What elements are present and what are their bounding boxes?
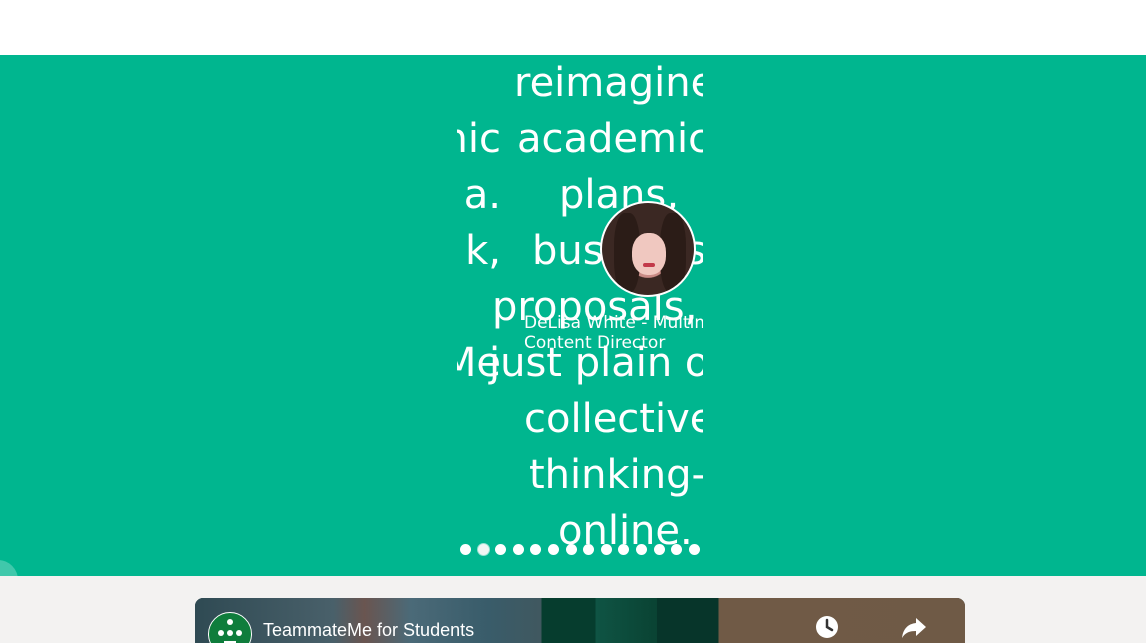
quote-line: reimagined [514,60,703,106]
prev-quote-line: a. [463,172,501,218]
carousel-dot[interactable] [460,544,471,555]
carousel-dot[interactable] [635,544,647,555]
carousel-dot[interactable] [618,544,630,555]
video-title[interactable]: TeammateMe for Students [263,620,474,641]
share-icon[interactable] [899,612,929,642]
testimonial-carousel: reimagined alk, academic a. k, Me reimag… [0,55,1146,576]
channel-logo-icon[interactable] [208,612,252,643]
carousel-dot[interactable] [583,544,595,555]
author-info: DeLisa White - Multim Content Director [524,313,703,353]
carousel-dot[interactable] [600,544,612,555]
watch-later-icon[interactable] [812,612,842,642]
quote-line: collective [524,396,703,442]
carousel-dot[interactable] [530,544,542,555]
carousel-dot[interactable] [495,544,507,555]
carousel-dot[interactable] [565,544,577,555]
carousel-dot[interactable] [547,544,559,555]
carousel-dot[interactable] [688,544,700,555]
top-nav-bar [0,0,1146,55]
carousel-dot[interactable] [671,544,683,555]
carousel-dot[interactable] [477,544,489,555]
carousel-dot[interactable] [653,544,665,555]
author-role: Content Director [524,333,666,353]
quote-line: thinking- [529,452,703,498]
author-name: DeLisa White - Multim [524,313,703,333]
current-slide-quote: reimagined academic plans, business prop… [489,55,703,559]
prev-quote-line: k, [465,228,501,274]
author-avatar [600,201,696,297]
carousel-pagination [460,544,700,556]
prev-quote-line: alk, academic [457,116,501,162]
quote-line: academic [517,116,703,162]
video-embed[interactable]: TeammateMe for Students [195,598,965,643]
carousel-prev-arrow[interactable] [0,560,18,576]
carousel-dot[interactable] [512,544,524,555]
